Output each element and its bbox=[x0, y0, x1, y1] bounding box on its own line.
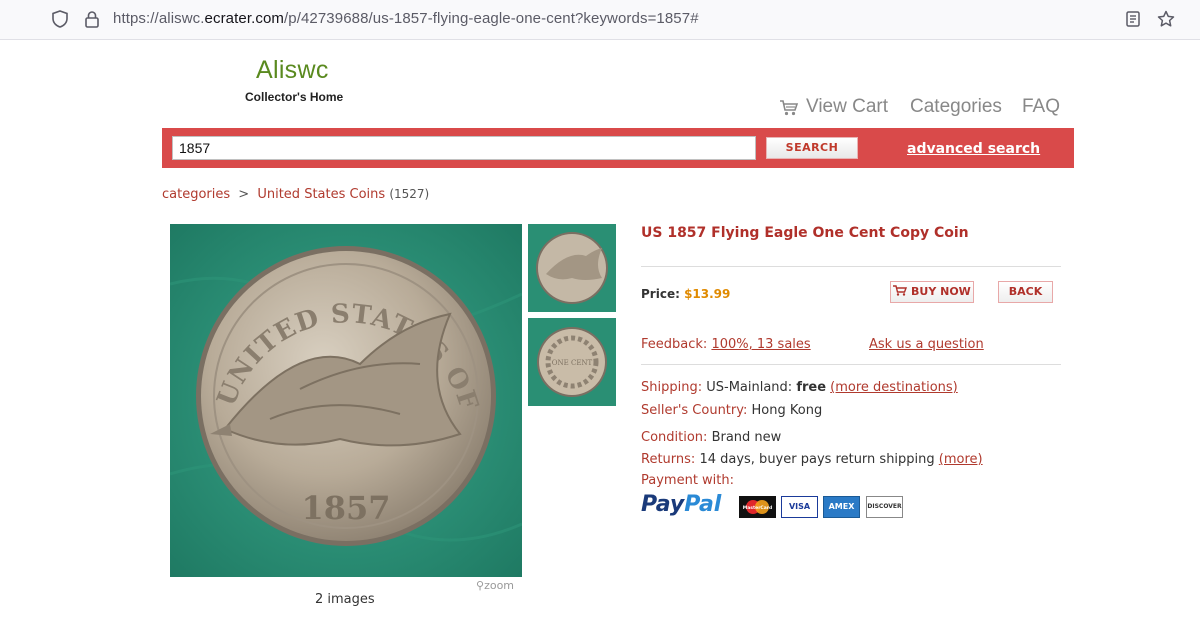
returns-more-link[interactable]: (more) bbox=[939, 452, 983, 467]
image-count: 2 images bbox=[315, 592, 375, 607]
divider bbox=[641, 266, 1061, 267]
shield-icon[interactable] bbox=[50, 9, 70, 29]
reverse-text: ONE CENT bbox=[552, 359, 593, 367]
price-value: $13.99 bbox=[684, 287, 731, 301]
amex-icon: AMEX bbox=[823, 496, 860, 518]
product-title: US 1857 Flying Eagle One Cent Copy Coin bbox=[641, 225, 969, 241]
breadcrumb-root-link[interactable]: categories bbox=[162, 187, 230, 202]
visa-icon: VISA bbox=[781, 496, 818, 518]
seller-country-row: Seller's Country: Hong Kong bbox=[641, 403, 823, 418]
payment-label: Payment with: bbox=[641, 473, 735, 488]
discover-icon: DISCOVER bbox=[866, 496, 903, 518]
faq-link[interactable]: FAQ bbox=[1022, 96, 1060, 120]
paypal-logo: PayPal bbox=[641, 492, 722, 517]
cart-icon bbox=[893, 285, 908, 296]
reader-view-icon[interactable] bbox=[1123, 9, 1143, 29]
breadcrumb: categories > United States Coins (1527) bbox=[162, 187, 429, 202]
coin-year-text: 1857 bbox=[301, 489, 390, 527]
breadcrumb-separator: > bbox=[238, 187, 250, 202]
bookmark-star-icon[interactable] bbox=[1156, 9, 1176, 29]
lock-icon[interactable] bbox=[82, 9, 102, 29]
search-bar: SEARCH advanced search bbox=[162, 128, 1074, 168]
thumbnail-reverse[interactable]: ONE CENT bbox=[528, 318, 616, 406]
view-cart-link[interactable]: View Cart bbox=[806, 96, 888, 120]
mastercard-icon: MasterCard bbox=[739, 496, 776, 518]
thumbnail-obverse[interactable] bbox=[528, 224, 616, 312]
url-field[interactable]: https://aliswc.ecrater.com/p/42739688/us… bbox=[113, 10, 699, 27]
site-tagline: Collector's Home bbox=[245, 90, 344, 104]
buy-now-button[interactable]: BUY NOW bbox=[890, 281, 974, 303]
breadcrumb-count: (1527) bbox=[389, 187, 430, 201]
svg-text:MasterCard: MasterCard bbox=[743, 505, 772, 511]
more-destinations-link[interactable]: (more destinations) bbox=[830, 380, 958, 395]
search-button[interactable]: SEARCH bbox=[766, 137, 858, 159]
zoom-link[interactable]: ⚲zoom bbox=[476, 579, 514, 592]
feedback-row: Feedback: 100%, 13 sales bbox=[641, 337, 811, 352]
returns-row: Returns: 14 days, buyer pays return ship… bbox=[641, 452, 983, 467]
divider bbox=[641, 364, 1061, 365]
search-input[interactable] bbox=[172, 136, 756, 160]
cart-icon[interactable] bbox=[779, 99, 799, 117]
ask-question-link[interactable]: Ask us a question bbox=[869, 337, 984, 352]
feedback-link[interactable]: 100%, 13 sales bbox=[711, 337, 810, 352]
categories-link[interactable]: Categories bbox=[910, 96, 1002, 120]
shipping-row: Shipping: US-Mainland: free (more destin… bbox=[641, 380, 958, 395]
price: Price: $13.99 bbox=[641, 287, 731, 301]
site-logo[interactable]: Aliswc bbox=[256, 56, 329, 85]
browser-url-bar: https://aliswc.ecrater.com/p/42739688/us… bbox=[0, 0, 1200, 40]
condition-row: Condition: Brand new bbox=[641, 430, 782, 445]
advanced-search-link[interactable]: advanced search bbox=[907, 141, 1040, 157]
back-button[interactable]: BACK bbox=[998, 281, 1053, 303]
main-product-image[interactable]: UNITED STATES OF AMERICA 1857 bbox=[170, 224, 522, 577]
breadcrumb-current-link[interactable]: United States Coins bbox=[257, 187, 385, 202]
